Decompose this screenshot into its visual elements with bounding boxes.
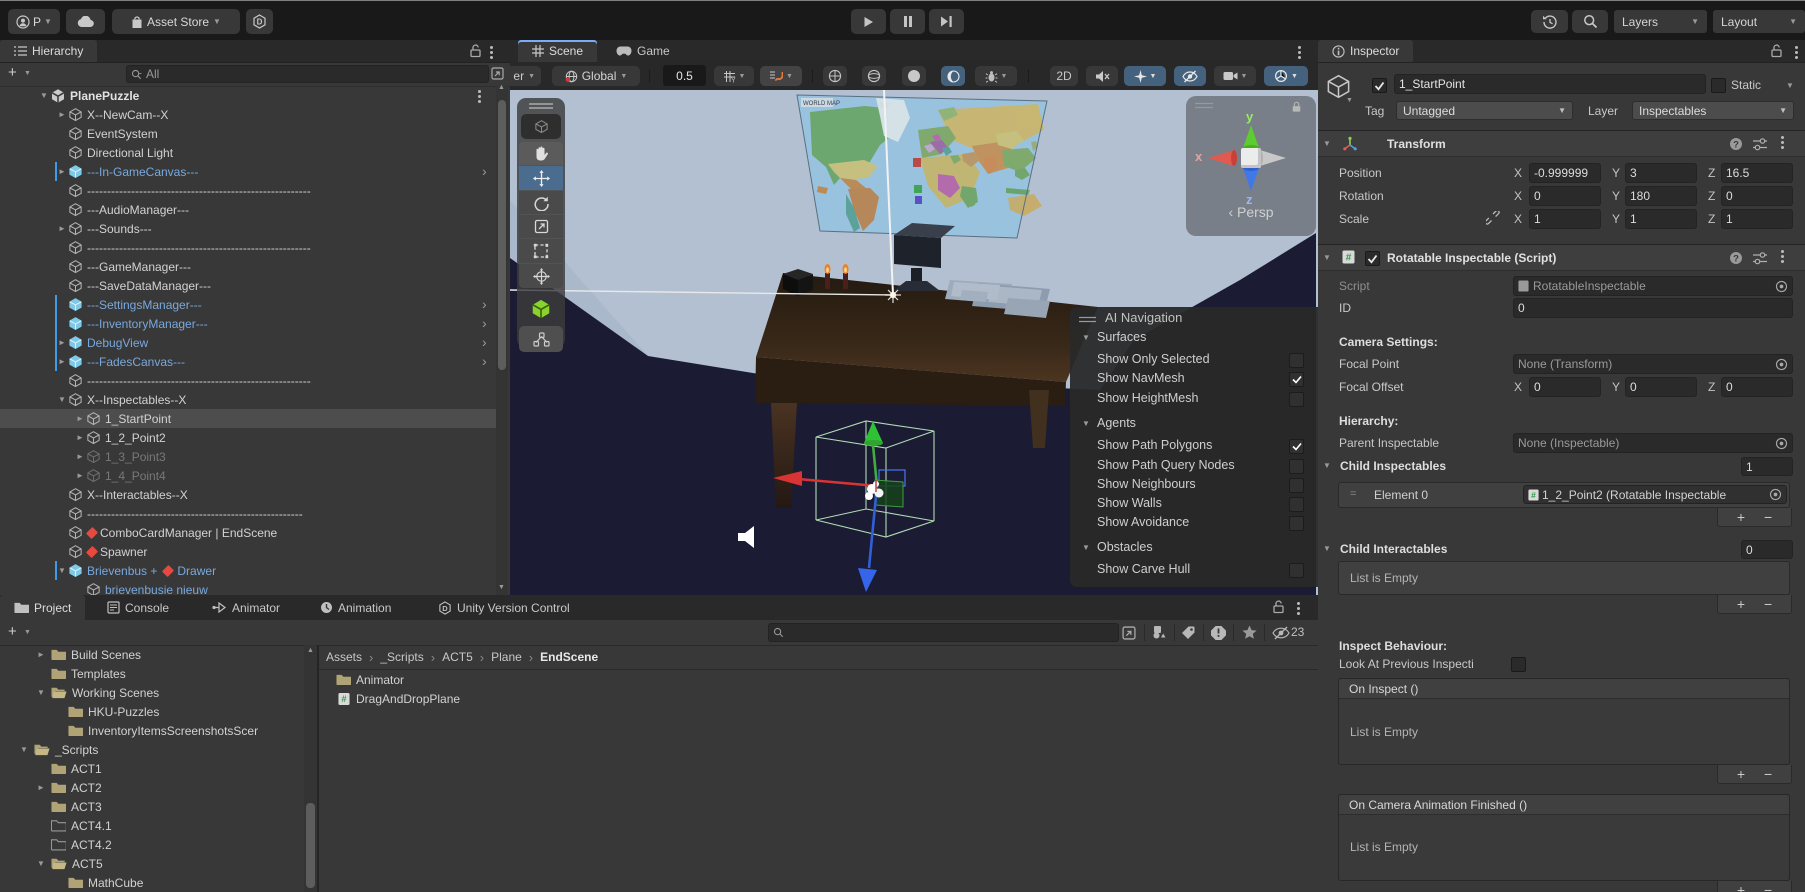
svg-text:?: ? xyxy=(1733,253,1739,264)
svg-text:D: D xyxy=(442,603,448,612)
svg-text:D: D xyxy=(257,18,263,27)
svg-text:WORLD MAP: WORLD MAP xyxy=(803,101,840,107)
svg-text:?: ? xyxy=(1733,139,1739,150)
svg-text:Y: Y xyxy=(731,77,736,83)
svg-text:#: # xyxy=(341,694,346,704)
svg-text:#: # xyxy=(1346,253,1352,264)
svg-text:#: # xyxy=(1531,489,1536,499)
